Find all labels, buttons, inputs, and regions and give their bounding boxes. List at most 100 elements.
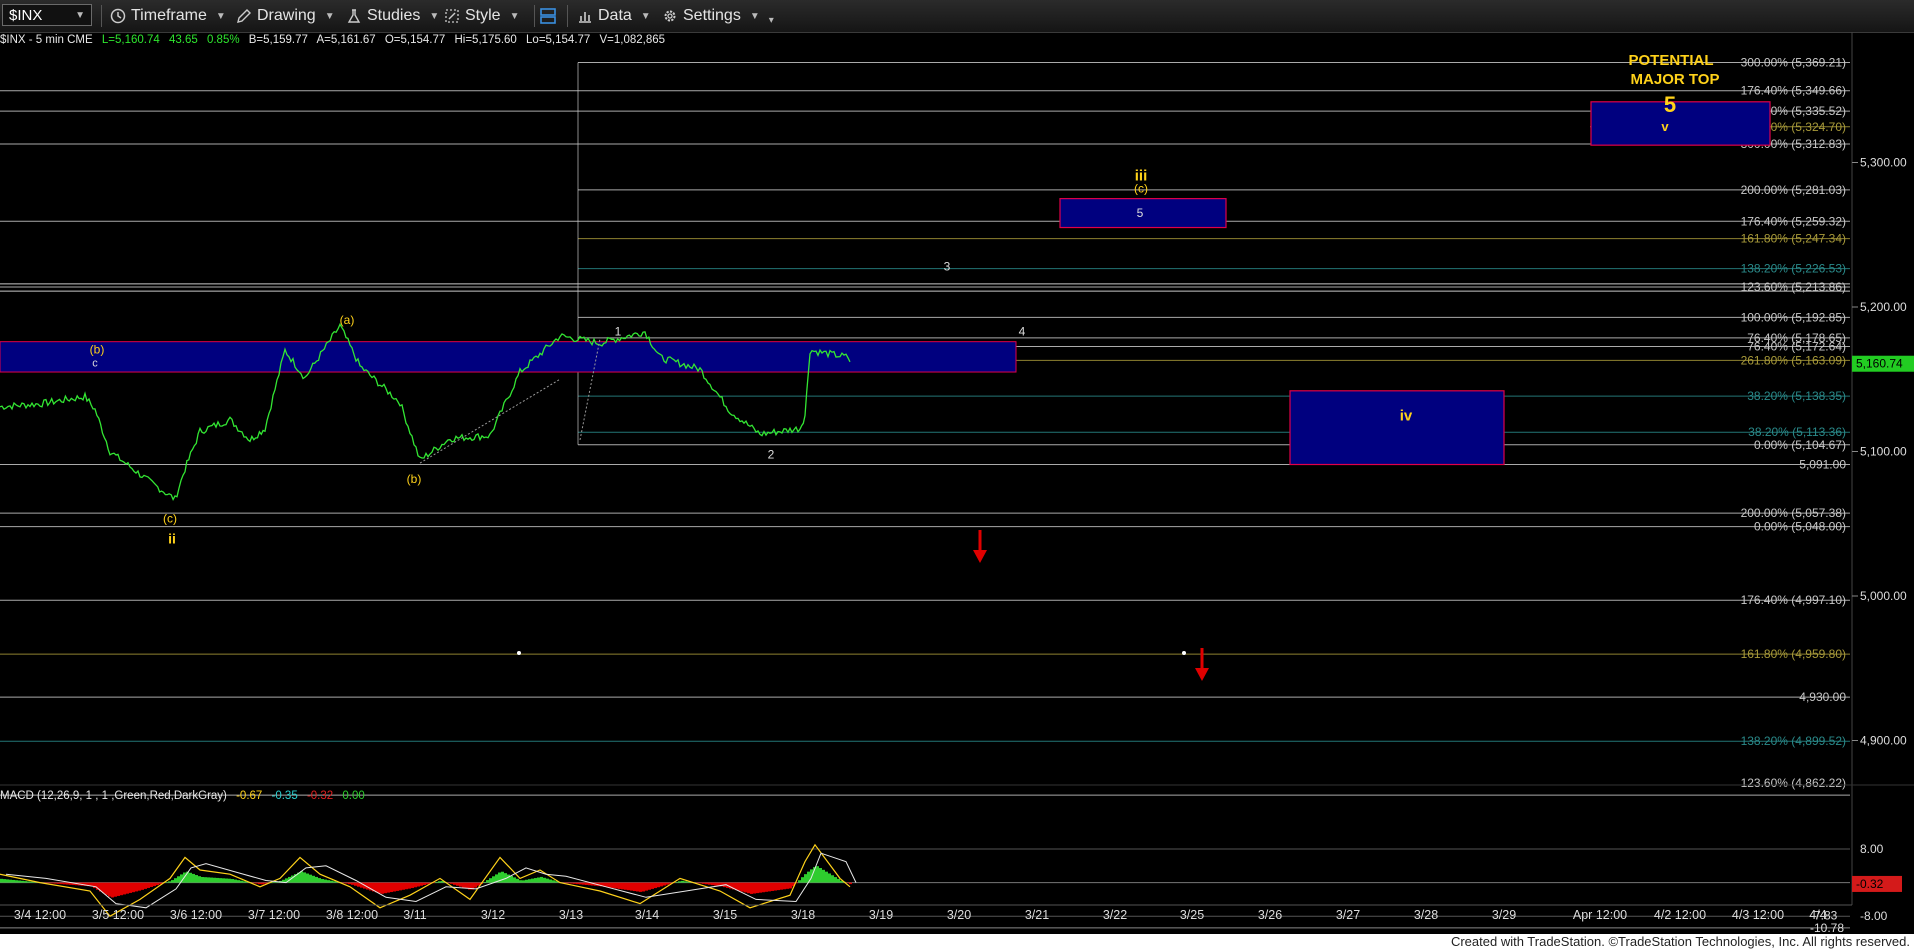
time-axis-label: Apr 12:00: [1573, 908, 1627, 922]
time-axis-label: 3/22: [1103, 908, 1127, 922]
fib-label: 161.80% (5,247.34): [1741, 232, 1846, 246]
time-axis-label: 3/8 12:00: [326, 908, 378, 922]
macd-histogram-bar: [108, 882, 111, 897]
macd-histogram-bar: [525, 879, 528, 883]
macd-histogram-bar: [648, 882, 651, 890]
macd-histogram-bar: [639, 882, 642, 892]
macd-histogram-bar: [507, 874, 510, 883]
macd-histogram-bar: [321, 879, 324, 883]
macd-histogram-bar: [474, 882, 477, 888]
time-axis-label: 3/5 12:00: [92, 908, 144, 922]
macd-histogram-bar: [747, 882, 750, 894]
last-price-label: 5,160.74: [1856, 357, 1903, 371]
macd-histogram-bar: [117, 882, 120, 896]
macd-histogram-bar: [609, 882, 612, 888]
macd-histogram-bar: [627, 882, 630, 891]
macd-histogram-bar: [171, 880, 174, 883]
macd-histogram-bar: [189, 872, 192, 883]
macd-histogram-bar: [546, 878, 549, 883]
macd-histogram-bar: [738, 882, 741, 891]
macd-histogram-bar: [12, 879, 15, 883]
macd-histogram-bar: [435, 881, 438, 883]
macd-histogram-bar: [318, 878, 321, 883]
time-axis-label: 4/2 12:00: [1654, 908, 1706, 922]
macd-histogram-bar: [654, 882, 657, 889]
time-axis-label: 3/18: [791, 908, 815, 922]
major-top-target-box: [1590, 101, 1771, 146]
macd-histogram-bar: [702, 882, 705, 884]
macd-histogram-bar: [549, 879, 552, 883]
wave-label: (b): [407, 472, 422, 486]
fib-label: 300.00% (5,369.21): [1741, 55, 1846, 69]
macd-histogram-bar: [147, 882, 150, 888]
macd-histogram-bar: [621, 882, 624, 890]
macd-histogram-bar: [324, 879, 327, 883]
red-arrow-down-icon: [973, 530, 987, 563]
macd-histogram-bar: [24, 881, 27, 883]
macd-histogram-bar: [819, 868, 822, 883]
macd-histogram-bar: [303, 872, 306, 883]
time-axis-label: 3/13: [559, 908, 583, 922]
macd-histogram-bar: [222, 878, 225, 883]
wave-label: 4: [1019, 325, 1026, 339]
macd-histogram-bar: [150, 882, 153, 888]
time-axis-label: 3/6 12:00: [170, 908, 222, 922]
macd-histogram-bar: [768, 882, 771, 892]
macd-histogram-bar: [681, 880, 684, 883]
time-axis-label: 3/27: [1336, 908, 1360, 922]
wave-target-boxes: [0, 101, 1771, 466]
macd-histogram-bar: [771, 882, 774, 891]
macd-histogram-bar: [378, 882, 381, 894]
wave-label: v: [1661, 119, 1669, 134]
fib-label: 100.00% (5,192.85): [1741, 310, 1846, 324]
macd-histogram-bar: [777, 882, 780, 891]
macd-signal-value: -0.35: [271, 790, 298, 802]
macd-histogram-bar: [645, 882, 648, 891]
macd-histogram-bar: [483, 881, 486, 883]
macd-diff-value: -0.32: [306, 790, 334, 802]
macd-histogram-bar: [6, 879, 9, 883]
macd-histogram-bar: [537, 877, 540, 883]
macd-histogram-bar: [582, 882, 585, 885]
macd-histogram-bar: [228, 878, 231, 883]
macd-histogram-bar: [708, 882, 711, 885]
macd-histogram-bar: [348, 882, 351, 885]
macd-histogram-bar: [123, 882, 126, 895]
macd-histogram-bar: [624, 882, 627, 890]
fib-label: 123.60% (5,213.86): [1741, 280, 1846, 294]
macd-histogram-bar: [567, 882, 570, 884]
macd-histogram-bar: [618, 882, 621, 889]
macd-histogram-bar: [633, 882, 636, 892]
macd-histogram-bar: [492, 876, 495, 883]
macd-histogram-bar: [612, 882, 615, 889]
macd-histogram-bar: [207, 877, 210, 883]
macd-histogram-bar: [780, 882, 783, 890]
fib-label: 176.40% (5,259.32): [1741, 214, 1846, 228]
fib-label: 138.20% (5,226.53): [1741, 262, 1846, 276]
trendline: [419, 378, 561, 464]
macd-histogram-bar: [486, 880, 489, 883]
macd-histogram-bar: [15, 880, 18, 883]
macd-histogram-bar: [402, 882, 405, 890]
macd-histogram-bar: [156, 882, 159, 886]
macd-histogram-bar: [714, 882, 717, 886]
macd-histogram-bar: [237, 880, 240, 883]
macd-histogram-bar: [345, 882, 348, 884]
macd-current-label: -0.32: [1856, 877, 1884, 891]
macd-histogram-bar: [636, 882, 639, 892]
macd-histogram-bar: [462, 882, 465, 888]
fib-label: 176.40% (5,349.66): [1741, 84, 1846, 98]
macd-histogram-bar: [354, 882, 357, 886]
macd-histogram-bar: [531, 878, 534, 883]
macd-histogram-bar: [396, 882, 399, 891]
wave-label: POTENTIAL: [1629, 52, 1714, 69]
fibonacci-levels: 300.00% (5,369.21) 176.40% (5,349.66) 261.…: [0, 55, 1850, 796]
macd-histogram-bar: [423, 882, 426, 885]
macd-histogram-bar: [30, 881, 33, 883]
macd-histogram-bar: [390, 882, 393, 893]
macd-axis-label: -10.78: [1810, 921, 1844, 934]
fib-label: 38.20% (5,138.35): [1747, 389, 1846, 403]
macd-histogram-bar: [120, 882, 123, 896]
macd-histogram-bar: [135, 882, 138, 892]
fib-label: 4,930.00: [1799, 690, 1846, 704]
